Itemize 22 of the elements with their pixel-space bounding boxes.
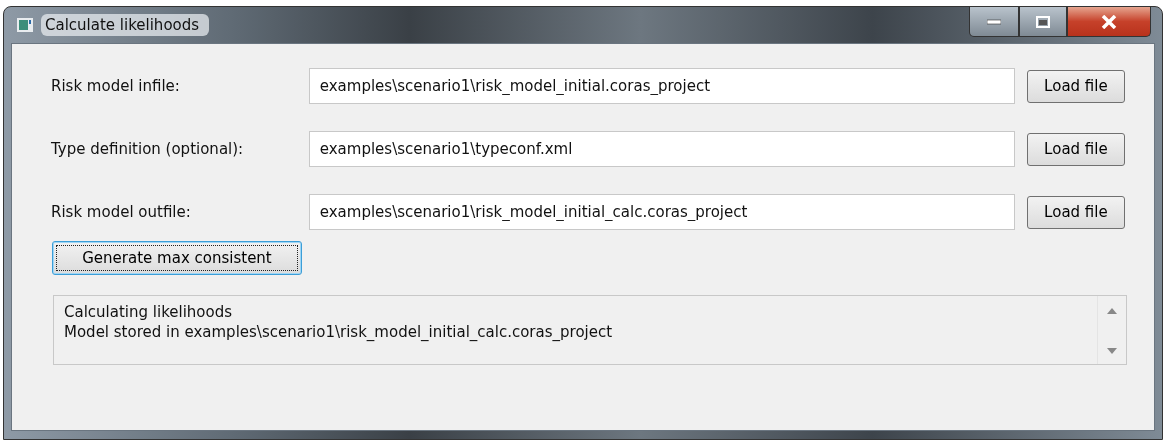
path-field[interactable]: examples\scenario1\risk_model_initial.coras_project [308,68,1015,104]
window-title: Calculate likelihoods [41,14,210,36]
field-label: Type definition (optional): [51,140,245,158]
load-file-button[interactable]: Load file [1026,195,1125,229]
minimize-icon [987,18,1001,25]
close-button[interactable] [1067,7,1151,37]
scroll-up-icon[interactable] [1107,308,1117,314]
log-line: Model stored in examples\scenario1\risk_model_initial_calc.coras_project [64,322,614,342]
scroll-down-icon[interactable] [1107,348,1117,354]
load-file-button[interactable]: Load file [1026,69,1125,103]
path-field[interactable]: examples\scenario1\typeconf.xml [308,131,1015,167]
close-icon [1101,14,1117,29]
field-label: Risk model infile: [51,77,181,95]
app-icon [17,18,33,32]
log-line: Calculating likelihoods [64,302,234,322]
maximize-button[interactable] [1019,7,1067,37]
minimize-button[interactable] [969,7,1019,37]
field-label: Risk model outfile: [51,203,192,221]
load-file-button[interactable]: Load file [1026,132,1125,166]
maximize-icon [1036,15,1050,28]
path-field[interactable]: examples\scenario1\risk_model_initial_calc.coras_project [308,194,1015,230]
generate-button[interactable]: Generate max consistent [52,241,302,275]
